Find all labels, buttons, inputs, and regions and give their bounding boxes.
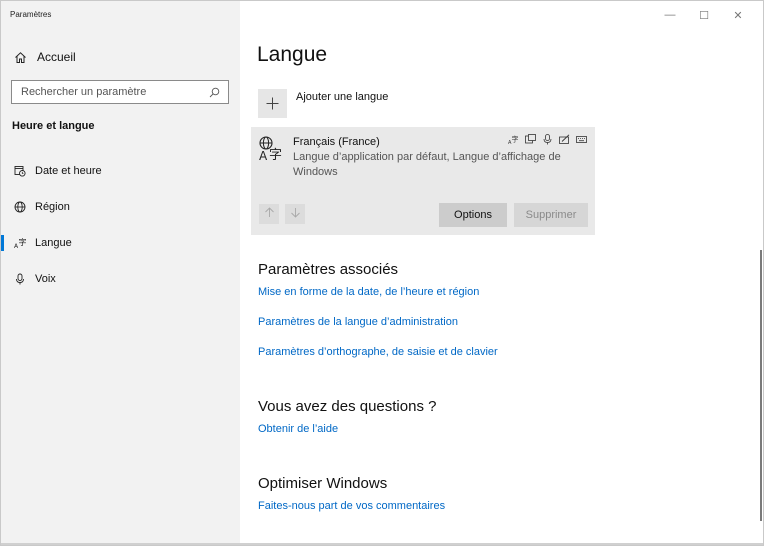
search-icon[interactable]	[208, 86, 220, 98]
sidebar-item-home[interactable]: Accueil	[1, 45, 240, 69]
move-down-button[interactable]	[285, 204, 305, 224]
sidebar-item-voice[interactable]: Voix	[1, 266, 240, 292]
sidebar: Paramètres Accueil Heure et langue Date …	[1, 1, 240, 545]
window-bottom-edge	[1, 543, 763, 545]
language-pack-icon: A 字	[258, 135, 284, 163]
scrollbar[interactable]	[760, 250, 762, 521]
svg-text:字: 字	[18, 237, 26, 247]
improve-windows-heading: Optimiser Windows	[258, 475, 388, 492]
questions-heading: Vous avez des questions ?	[258, 398, 437, 415]
add-language-label[interactable]: Ajouter une langue	[296, 91, 388, 103]
language-feature-icons: A字	[508, 134, 587, 145]
settings-window: Paramètres Accueil Heure et langue Date …	[0, 0, 764, 546]
language-card[interactable]: A 字 Français (France) Langue d’applicati…	[251, 127, 595, 235]
arrow-down-icon	[290, 207, 301, 221]
svg-text:A: A	[259, 149, 268, 161]
display-language-icon: A字	[508, 134, 519, 146]
speech-icon	[542, 134, 553, 145]
move-up-button[interactable]	[259, 204, 279, 224]
remove-button[interactable]: Supprimer	[514, 203, 588, 227]
feedback-link[interactable]: Faites-nous part de vos commentaires	[258, 500, 445, 512]
handwriting-icon	[559, 134, 570, 145]
keyboard-icon	[576, 134, 587, 145]
search-box[interactable]	[11, 80, 229, 104]
spelling-typing-keyboard-link[interactable]: Paramètres d’orthographe, de saisie et d…	[258, 346, 498, 358]
sidebar-item-label: Région	[35, 201, 70, 213]
arrow-up-icon	[264, 207, 275, 221]
sidebar-item-label: Accueil	[37, 50, 76, 64]
microphone-icon	[13, 273, 26, 286]
sidebar-item-date-time[interactable]: Date et heure	[1, 158, 240, 184]
main-content: Langue Ajouter une langue A 字 Français (…	[240, 1, 763, 545]
home-icon	[13, 50, 27, 64]
sidebar-section-title: Heure et langue	[12, 120, 95, 132]
sidebar-item-label: Date et heure	[35, 165, 102, 177]
sidebar-item-language[interactable]: A字 Langue	[1, 230, 240, 256]
language-name: Français (France)	[293, 136, 380, 148]
calendar-clock-icon	[13, 165, 26, 178]
svg-text:字: 字	[269, 148, 282, 161]
related-settings-heading: Paramètres associés	[258, 261, 399, 278]
search-input[interactable]	[21, 86, 208, 98]
options-button[interactable]: Options	[439, 203, 507, 227]
add-language-button[interactable]: Ajouter une langue	[258, 89, 388, 118]
page-title: Langue	[257, 43, 328, 66]
svg-text:字: 字	[512, 135, 519, 144]
date-format-link[interactable]: Mise en forme de la date, de l’heure et …	[258, 286, 479, 298]
language-icon: A字	[13, 237, 26, 250]
globe-icon	[13, 201, 26, 214]
get-help-link[interactable]: Obtenir de l’aide	[258, 423, 338, 435]
sidebar-item-label: Voix	[35, 273, 56, 285]
admin-language-link[interactable]: Paramètres de la langue d’administration	[258, 316, 458, 328]
app-title: Paramètres	[10, 10, 52, 19]
sidebar-item-label: Langue	[35, 237, 72, 249]
language-description: Langue d’application par défaut, Langue …	[293, 151, 561, 178]
sidebar-item-region[interactable]: Région	[1, 194, 240, 220]
text-to-speech-icon	[525, 134, 536, 145]
plus-icon[interactable]	[258, 89, 287, 118]
